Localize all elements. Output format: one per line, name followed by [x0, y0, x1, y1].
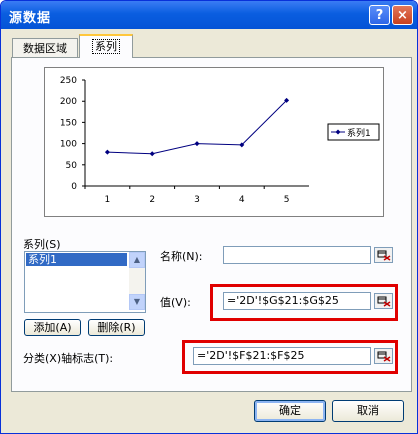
close-icon: ×: [397, 8, 408, 23]
chart-svg: 0 50 100 150 200 250 1 2 3 4 5 系列1: [60, 76, 380, 205]
tab-series[interactable]: 系列: [79, 34, 133, 58]
x-tick-label: 4: [239, 195, 245, 205]
name-label: 名称(N):: [160, 250, 203, 263]
data-point: [194, 141, 200, 147]
y-tick-label: 150: [60, 118, 77, 128]
scroll-down-icon[interactable]: ▼: [129, 294, 145, 310]
series-tab-panel: 0 50 100 150 200 250 1 2 3 4 5 系列1 系列(S) 系列1 ▲ ▼ 添加…: [11, 57, 412, 392]
data-point: [149, 151, 155, 157]
tab-data-range[interactable]: 数据区域: [12, 38, 78, 58]
name-field[interactable]: [223, 246, 371, 264]
help-icon: ?: [375, 8, 384, 23]
category-range-picker[interactable]: [374, 348, 393, 364]
x-tick-label: 3: [194, 195, 200, 205]
x-tick-label: 2: [149, 195, 155, 205]
range-picker-icon: [377, 351, 391, 362]
category-field[interactable]: ='2D'!$F$21:$F$25: [193, 347, 371, 365]
add-series-button[interactable]: 添加(A): [24, 319, 81, 336]
value-field[interactable]: ='2D'!$G$21:$G$25: [223, 292, 371, 310]
legend-label: 系列1: [347, 127, 371, 139]
delete-series-button[interactable]: 删除(R): [88, 319, 145, 336]
help-button[interactable]: ?: [369, 5, 390, 25]
category-label: 分类(X)轴标志(T):: [23, 352, 114, 365]
series-label: 系列(S): [23, 238, 61, 251]
chart-preview: 0 50 100 150 200 250 1 2 3 4 5 系列1: [44, 67, 384, 217]
source-data-dialog: 源数据 ? × 数据区域 系列 0 50 100 150 200 250 1 2 3 4 5 系列1 …: [0, 0, 418, 434]
y-tick-label: 100: [60, 140, 77, 150]
scroll-up-icon[interactable]: ▲: [129, 252, 145, 268]
x-tick-label: 1: [105, 195, 111, 205]
series-list-item[interactable]: 系列1: [26, 253, 127, 266]
y-tick-label: 200: [60, 97, 77, 107]
title-bar[interactable]: 源数据 ? ×: [1, 1, 417, 29]
y-tick-label: 50: [66, 161, 78, 171]
series-list[interactable]: 系列1 ▲ ▼: [24, 251, 146, 313]
name-range-picker[interactable]: [374, 247, 393, 263]
dialog-title: 源数据: [9, 11, 52, 26]
value-label: 值(V):: [160, 296, 191, 309]
y-tick-label: 0: [71, 182, 77, 192]
value-range-picker[interactable]: [374, 293, 393, 309]
range-picker-icon: [377, 250, 391, 261]
cancel-button[interactable]: 取消: [332, 400, 404, 422]
x-tick-label: 5: [284, 195, 290, 205]
tab-data-range-label: 数据区域: [23, 42, 67, 55]
tab-series-label: 系列: [92, 39, 120, 54]
range-picker-icon: [377, 296, 391, 307]
series-list-scrollbar[interactable]: ▲ ▼: [129, 252, 145, 310]
y-tick-label: 250: [60, 76, 77, 86]
ok-button[interactable]: 确定: [254, 400, 326, 422]
close-button[interactable]: ×: [392, 5, 413, 25]
data-point: [104, 149, 110, 155]
